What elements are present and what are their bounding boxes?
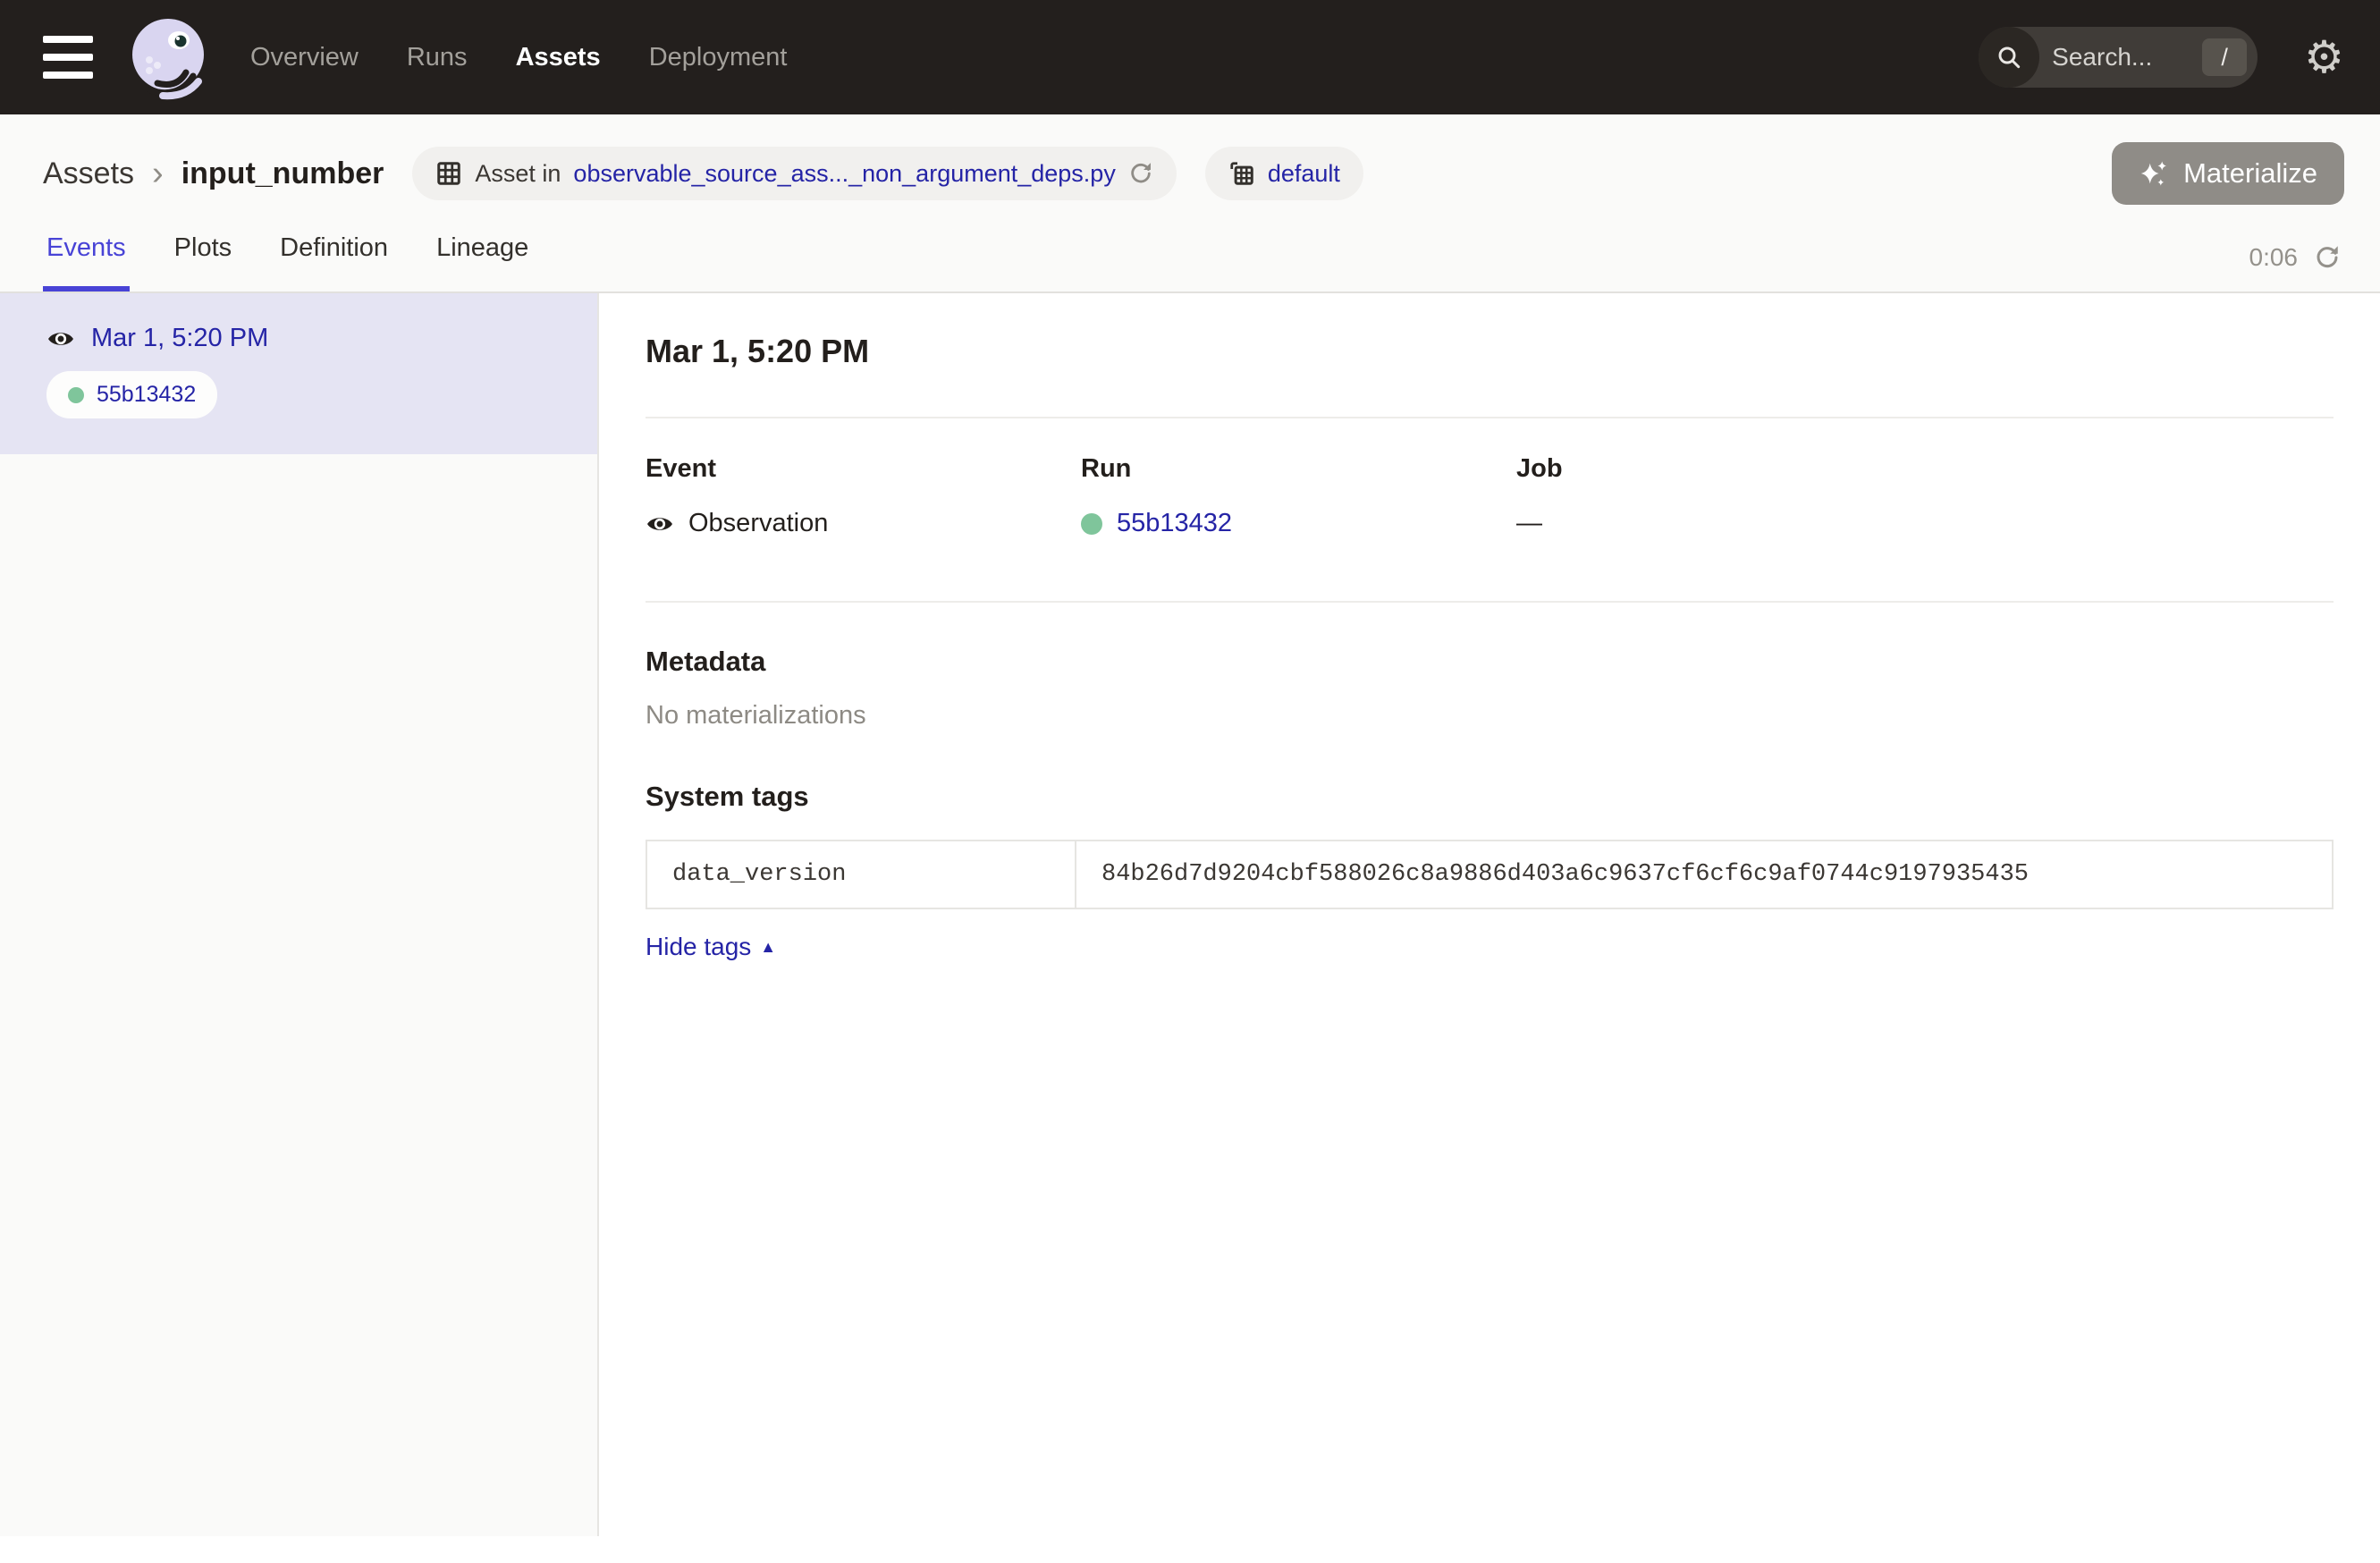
materialize-label: Materialize [2183,157,2317,190]
event-timestamp-link[interactable]: Mar 1, 5:20 PM [91,324,268,353]
asset-definition-pill[interactable]: Asset in observable_source_ass..._non_ar… [412,147,1176,200]
hide-tags-label[interactable]: Hide tags [646,933,751,961]
system-tags-heading: System tags [646,781,2334,813]
nav-item-runs[interactable]: Runs [407,43,468,72]
materialize-button[interactable]: Materialize [2112,142,2344,205]
table-grid-icon [435,160,462,187]
breadcrumb-assets[interactable]: Assets [43,156,134,191]
job-column-label: Job [1516,454,1952,484]
event-detail-title: Mar 1, 5:20 PM [646,333,2334,370]
nav-item-overview[interactable]: Overview [250,43,359,72]
asset-pill-prefix: Asset in [475,160,561,188]
hide-tags-toggle[interactable]: Hide tags ▲ [646,933,776,961]
workspace-grid-icon [1228,160,1255,187]
event-type-value: Observation [688,509,828,538]
event-detail-panel: Mar 1, 5:20 PM Event Observation Run [599,293,2380,1536]
page-title: input_number [181,156,384,191]
sparkle-icon [2139,158,2169,189]
tab-lineage[interactable]: Lineage [433,233,532,291]
tab-definition[interactable]: Definition [276,233,392,291]
observation-eye-icon [46,325,75,353]
event-run-chip[interactable]: 55b13432 [46,371,217,418]
job-empty-value: — [1516,509,1542,538]
asset-definition-link[interactable]: observable_source_ass..._non_argument_de… [573,160,1115,188]
refresh-countdown: 0:06 [2249,243,2299,272]
nav-item-assets[interactable]: Assets [516,43,601,72]
breadcrumb: Assets › input_number Asset in observabl… [0,114,2380,206]
metadata-empty-text: No materializations [646,701,2334,731]
run-status-dot [68,387,84,403]
nav-item-deployment[interactable]: Deployment [649,43,788,72]
search-input[interactable] [2052,43,2186,72]
search-box[interactable]: / [1979,27,2258,88]
tab-events[interactable]: Events [43,233,130,291]
repo-default-link[interactable]: default [1268,160,1340,188]
tab-bar: Events Plots Definition Lineage 0:06 [0,206,2380,291]
tab-plots[interactable]: Plots [171,233,235,291]
event-list-item[interactable]: Mar 1, 5:20 PM 55b13432 [0,293,597,454]
dagster-logo-icon[interactable] [123,13,211,101]
menu-icon[interactable] [43,36,93,79]
run-id-link[interactable]: 55b13432 [1117,509,1232,538]
search-icon [1979,27,2039,88]
events-sidebar: Mar 1, 5:20 PM 55b13432 [0,293,599,1536]
repo-location-pill[interactable]: default [1205,147,1363,200]
reload-icon[interactable] [1128,161,1153,186]
search-shortcut-key: / [2202,38,2247,76]
divider [646,601,2334,603]
run-status-dot [1081,513,1102,535]
divider [646,417,2334,418]
observation-eye-icon [646,510,674,538]
settings-gear-icon[interactable]: ⚙ [2304,35,2344,80]
caret-up-icon: ▲ [760,938,776,957]
primary-nav: Overview Runs Assets Deployment [250,43,787,72]
refresh-icon[interactable] [2314,244,2341,271]
event-run-id-link[interactable]: 55b13432 [97,382,196,408]
metadata-heading: Metadata [646,646,2334,678]
breadcrumb-chevron-icon: › [152,156,164,190]
event-detail-grid: Event Observation Run 55b13432 [646,454,2334,538]
system-tags-table: data_version 84b26d7d9204cbf588026c8a988… [646,840,2334,909]
event-column-label: Event [646,454,1081,484]
run-column-label: Run [1081,454,1516,484]
tag-value-cell: 84b26d7d9204cbf588026c8a9886d403a6c9637c… [1076,841,2333,908]
page-header: Assets › input_number Asset in observabl… [0,114,2380,293]
top-nav: Overview Runs Assets Deployment / ⚙ [0,0,2380,114]
tag-key-cell: data_version [646,841,1076,908]
table-row: data_version 84b26d7d9204cbf588026c8a988… [646,841,2333,908]
